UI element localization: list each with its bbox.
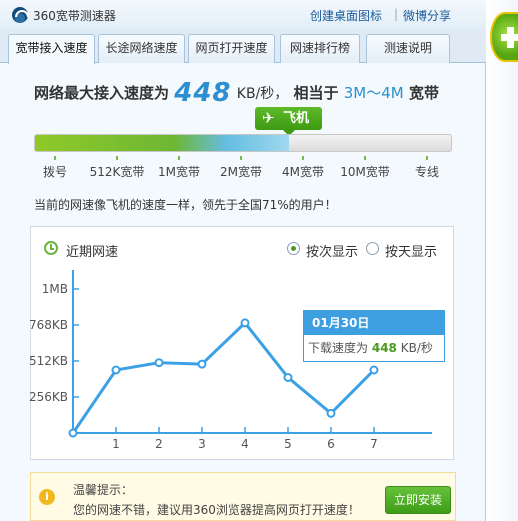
tooltip-label: 下载速度为 [308,341,369,355]
speed-data-point [68,428,78,438]
tip-text: 您的网速不错，建议用360浏览器提高网页打开速度！ [73,503,360,517]
background-window-edge [487,0,518,521]
speed-data-point [111,365,121,375]
x-tick-label: 1 [112,437,120,451]
x-tick-label: 2 [155,437,163,451]
x-tick-label: 4 [241,437,249,451]
tip-bar: i 温馨提示： 您的网速不错，建议用360浏览器提高网页打开速度！ 立即安装 [30,472,456,521]
y-tick-label: 768KB [29,318,68,332]
speed-data-point [197,359,207,369]
y-tick-label: 512KB [29,354,68,368]
y-tick-label: 256KB [29,390,68,404]
speed-data-point [369,365,379,375]
y-tick-label: 1MB [42,282,68,296]
speed-tooltip: 01月30日 下载速度为 448 KB/秒 [303,310,445,362]
plus-icon[interactable] [490,12,518,62]
x-tick-label: 7 [370,437,378,451]
x-tick-label: 6 [327,437,335,451]
info-icon: i [39,489,55,505]
recent-speed-chart: 1MB 768KB 512KB 256KB 1 2 3 4 5 6 7 [29,270,432,451]
tooltip-body: 下载速度为 448 KB/秒 [304,335,444,362]
x-tick-label: 5 [284,437,292,451]
speed-data-point [326,408,336,418]
tooltip-value: 448 [371,341,397,355]
install-now-button[interactable]: 立即安装 [385,486,451,514]
tip-title: 温馨提示： [73,483,134,497]
speed-data-point [283,372,293,382]
speedtest-window: 360宽带测速器 创建桌面图标 | 微博分享 宽带接入速度 长途网络速度 网页打… [0,0,486,521]
tooltip-date: 01月30日 [304,311,444,335]
speed-data-point [240,318,250,328]
speed-data-point [154,358,164,368]
tooltip-unit: KB/秒 [400,341,433,355]
x-tick-label: 3 [198,437,206,451]
